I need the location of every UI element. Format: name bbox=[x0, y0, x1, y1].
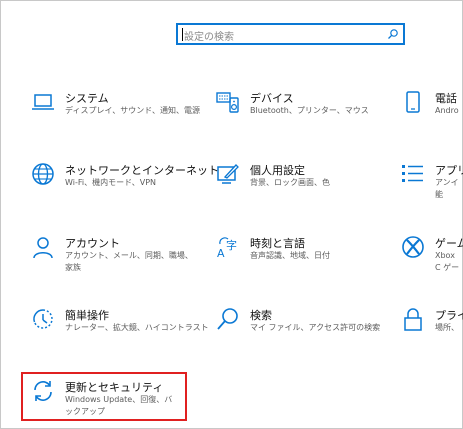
tile-network[interactable]: ネットワークとインターネット Wi-Fi、機内モード、VPN bbox=[31, 162, 219, 202]
tile-title: プライ bbox=[435, 309, 463, 322]
tile-privacy[interactable]: プライ 場所、 bbox=[401, 307, 463, 347]
tile-search[interactable]: 検索 マイ ファイル、アクセス許可の検索 bbox=[216, 307, 386, 347]
tile-gaming[interactable]: ゲーム Xbox C ゲーム bbox=[401, 235, 463, 275]
tile-description: 音声認識、地域、日付 bbox=[250, 251, 330, 260]
tile-title: 更新とセキュリティ bbox=[65, 381, 164, 394]
tile-title: 個人用設定 bbox=[250, 164, 305, 177]
tile-description: 場所、 bbox=[435, 323, 459, 332]
sync-arrows-icon bbox=[34, 381, 52, 401]
tile-ease-of-access[interactable]: 簡単操作 ナレーター、拡大鏡、ハイコントラスト bbox=[31, 307, 209, 347]
tile-description: Andro bbox=[435, 106, 459, 115]
tile-description: Xbox C ゲーム bbox=[435, 251, 460, 272]
ease-of-access-icon bbox=[33, 309, 53, 329]
tile-description: ディスプレイ、サウンド、通知、電源 bbox=[65, 106, 200, 115]
search-icon bbox=[217, 308, 238, 330]
xbox-icon bbox=[402, 236, 424, 258]
tile-update-security[interactable]: 更新とセキュリティ Windows Update、回復、バックアップ bbox=[31, 379, 181, 419]
tile-title: 電話 bbox=[435, 92, 457, 105]
text-cursor bbox=[182, 28, 183, 41]
tile-system[interactable]: システム ディスプレイ、サウンド、通知、電源 bbox=[31, 90, 201, 130]
app-list-icon bbox=[402, 165, 423, 182]
tile-title: ゲーム bbox=[435, 237, 463, 250]
svg-text:A: A bbox=[217, 247, 225, 259]
tile-title: アプリ bbox=[435, 164, 463, 177]
tile-description: Windows Update、回復、バックアップ bbox=[65, 395, 173, 416]
tile-devices[interactable]: デバイス Bluetooth、プリンター、マウス bbox=[216, 90, 386, 130]
search-placeholder: 設定の検索 bbox=[184, 32, 234, 43]
tile-time-language[interactable]: A 字 時刻と言語 音声認識、地域、日付 bbox=[216, 235, 386, 275]
laptop-icon bbox=[32, 94, 54, 110]
keyboard-speaker-icon bbox=[216, 92, 239, 113]
phone-icon bbox=[406, 91, 420, 113]
search-icon[interactable] bbox=[387, 28, 399, 40]
svg-text:字: 字 bbox=[226, 238, 237, 252]
tile-description: マイ ファイル、アクセス許可の検索 bbox=[250, 323, 381, 332]
tile-title: システム bbox=[65, 92, 109, 105]
tile-description: アカウント、メール、同期、職場、家族 bbox=[65, 251, 193, 272]
pen-monitor-icon bbox=[217, 164, 239, 184]
tile-description: Bluetooth、プリンター、マウス bbox=[250, 106, 369, 115]
tile-title: 簡単操作 bbox=[65, 309, 109, 322]
language-icon: A 字 bbox=[217, 237, 237, 259]
tile-description: 背景、ロック画面、色 bbox=[250, 178, 330, 187]
globe-icon bbox=[32, 163, 54, 185]
tile-personalization[interactable]: 個人用設定 背景、ロック画面、色 bbox=[216, 162, 386, 202]
tile-title: 時刻と言語 bbox=[250, 237, 305, 250]
tile-accounts[interactable]: アカウント アカウント、メール、同期、職場、家族 bbox=[31, 235, 201, 275]
tile-description: Wi-Fi、機内モード、VPN bbox=[65, 178, 157, 187]
tile-description: ナレーター、拡大鏡、ハイコントラスト bbox=[65, 323, 209, 332]
tile-title: ネットワークとインターネット bbox=[65, 164, 219, 177]
tile-title: アカウント bbox=[65, 237, 120, 250]
tile-apps[interactable]: アプリ アンイ 能 bbox=[401, 162, 463, 202]
tile-description: アンイ 能 bbox=[435, 178, 459, 199]
settings-search-box[interactable]: 設定の検索 bbox=[176, 23, 405, 45]
tile-title: デバイス bbox=[250, 92, 294, 105]
tile-title: 検索 bbox=[250, 309, 272, 322]
tile-phone[interactable]: 電話 Andro bbox=[401, 90, 463, 130]
lock-icon bbox=[404, 308, 422, 331]
person-icon bbox=[33, 237, 53, 259]
